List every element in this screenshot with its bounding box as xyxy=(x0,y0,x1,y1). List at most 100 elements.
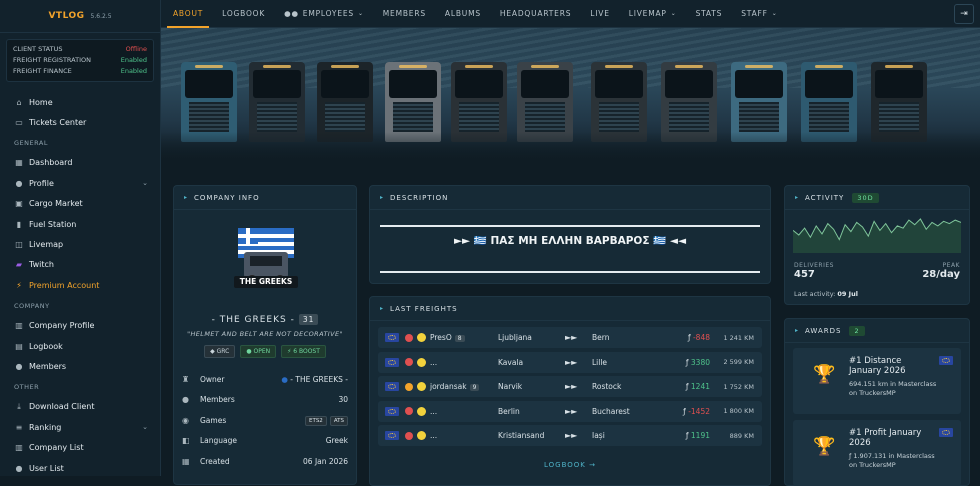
tab-about[interactable]: ABOUT xyxy=(166,0,210,28)
award-item[interactable]: 🏆 #1 Profit January 2026 ƒ 1.907.131 in … xyxy=(793,420,961,486)
user-icon: ● xyxy=(15,178,23,188)
currency-icon: ƒ xyxy=(685,357,689,367)
freight-row[interactable]: ... Kristiansand ►► Iași ƒ 1191 889 KM xyxy=(378,425,762,446)
logout-button[interactable]: ⇥ xyxy=(954,4,974,24)
origin-city: Kristiansand xyxy=(498,431,545,440)
freight-row[interactable]: ... Berlin ►► Bucharest ƒ -1452 1 800 KM xyxy=(378,400,762,422)
driver-name[interactable]: ... xyxy=(430,431,490,440)
status-value: Enabled xyxy=(120,56,147,64)
arrow-right-icon: ►► xyxy=(565,333,578,342)
truck-image xyxy=(801,62,857,142)
twitch-icon: ▰ xyxy=(15,260,23,270)
sidebar-item-company-profile[interactable]: ▥ Company Profile xyxy=(0,316,160,336)
driver-name[interactable]: ... xyxy=(430,407,490,416)
sidebar-item-home[interactable]: ⌂ Home xyxy=(0,92,160,112)
freight-row[interactable]: ... Kavala ►► Lille ƒ 3380 2 599 KM xyxy=(378,351,762,373)
deliveries-stat: DELIVERIES 457 xyxy=(794,262,834,280)
driver-name[interactable]: PresO 8 xyxy=(430,333,490,342)
tab-live[interactable]: LIVE xyxy=(590,0,609,28)
company-name: - THE GREEKS -31 xyxy=(174,314,356,325)
brand[interactable]: VTLOG 5.6.2.5 xyxy=(0,0,160,33)
sidebar-item-premium[interactable]: ⚡ Premium Account xyxy=(0,275,160,295)
detail-row-language: ◧ Language Greek xyxy=(182,431,348,452)
detail-value: Greek xyxy=(325,436,348,446)
driver-name-text: PresO xyxy=(430,333,452,342)
tab-livemap[interactable]: LIVEMAP ⌄ xyxy=(629,0,677,28)
status-row: Client Status Offline xyxy=(13,44,147,55)
tag-label: OPEN xyxy=(253,348,271,355)
card-header: ▸ ACTIVITY 30D xyxy=(785,186,969,210)
gamepad-icon: ◉ xyxy=(182,415,189,425)
tab-employees[interactable]: ●● EMPLOYEES ⌄ xyxy=(284,0,364,28)
company-logo: THE GREEKS xyxy=(232,226,300,294)
detail-value[interactable]: ● - THE GREEKS - xyxy=(281,375,348,384)
sidebar-item-company-list[interactable]: ▥ Company List xyxy=(0,437,160,457)
tab-albums[interactable]: ALBUMS xyxy=(445,0,481,28)
brand-version: 5.6.2.5 xyxy=(90,12,112,20)
sidebar-item-fuel-station[interactable]: ▮ Fuel Station xyxy=(0,214,160,234)
detail-label: Language xyxy=(200,436,238,446)
arrow-right-icon: ►► xyxy=(565,382,578,391)
language-icon: ◧ xyxy=(182,436,190,446)
chevron-down-icon: ⌄ xyxy=(357,10,364,17)
avatar xyxy=(417,357,426,367)
activity-area xyxy=(793,219,961,253)
tab-staff[interactable]: STAFF ⌄ xyxy=(741,0,777,28)
logbook-link[interactable]: LOGBOOK → xyxy=(370,461,770,469)
sidebar-item-members[interactable]: ● Members xyxy=(0,356,160,376)
driver-name-text: ... xyxy=(430,406,438,416)
driver-name[interactable]: jordansak 9 xyxy=(430,382,490,391)
sidebar-item-download-client[interactable]: ⤓ Download Client xyxy=(0,397,160,417)
freight-distance: 1 752 KM xyxy=(723,382,754,391)
origin-city: Narvik xyxy=(498,382,523,391)
tab-stats[interactable]: STATS xyxy=(696,0,723,28)
eu-flag-icon xyxy=(385,431,399,440)
award-item[interactable]: 🏆 #1 Distance January 2026 694.151 km in… xyxy=(793,348,961,414)
tag-recruitment: ● OPEN xyxy=(240,345,277,358)
tab-logbook[interactable]: LOGBOOK xyxy=(222,0,265,28)
calendar-icon: ▦ xyxy=(182,456,190,466)
sidebar-item-profile[interactable]: ● Profile ⌄ xyxy=(0,173,160,193)
sidebar-item-user-list[interactable]: ● User List xyxy=(0,458,160,478)
sidebar-item-cargo-market[interactable]: ▣ Cargo Market xyxy=(0,194,160,214)
divider xyxy=(380,271,760,273)
eu-flag-icon xyxy=(385,406,399,416)
detail-value: 06 Jan 2026 xyxy=(303,456,348,466)
sidebar-item-tickets[interactable]: ▭ Tickets Center xyxy=(0,112,160,132)
eu-flag-icon xyxy=(385,357,399,367)
sidebar-item-livemap[interactable]: ◫ Livemap xyxy=(0,234,160,254)
sidebar-item-logbook[interactable]: ▤ Logbook xyxy=(0,336,160,356)
users-icon: ● xyxy=(15,361,23,371)
destination-city: Iași xyxy=(592,431,605,440)
sidebar-item-twitch[interactable]: ▰ Twitch xyxy=(0,255,160,275)
game-badge: ETS2 xyxy=(304,415,327,426)
truck-image xyxy=(517,62,573,142)
tab-headquarters[interactable]: HEADQUARTERS xyxy=(500,0,571,28)
freight-row[interactable]: jordansak 9 Narvik ►► Rostock ƒ 1241 1 752 KM xyxy=(378,376,762,397)
card-title: ACTIVITY xyxy=(805,193,845,202)
status-row: Freight Registration Enabled xyxy=(13,55,147,66)
building-icon: ▥ xyxy=(15,443,23,453)
tab-members[interactable]: MEMBERS xyxy=(383,0,426,28)
company-tags: ◆ GRC ● OPEN ⚡ 6 BOOST xyxy=(174,345,356,358)
stat-value: 28/day xyxy=(922,269,960,280)
bolt-icon: ⚡ xyxy=(16,280,22,290)
logout-icon: ⇥ xyxy=(960,9,968,19)
currency-icon: ƒ xyxy=(685,431,689,440)
chevron-down-icon: ⌄ xyxy=(142,423,148,432)
sidebar-item-dashboard[interactable]: ▦ Dashboard xyxy=(0,153,160,173)
tag-label: GRC xyxy=(216,348,230,355)
card-header: ▸ AWARDS 2 xyxy=(785,319,969,343)
award-subtitle: 694.151 km in Masterclass on TruckersMP xyxy=(849,380,937,397)
sidebar-item-label: Dashboard xyxy=(29,158,73,168)
status-dot xyxy=(405,358,413,366)
tab-label: EMPLOYEES xyxy=(302,9,354,18)
freight-income: ƒ 1191 xyxy=(686,431,710,440)
truck-image xyxy=(385,62,441,142)
sidebar-item-ranking[interactable]: ≡ Ranking ⌄ xyxy=(0,417,160,437)
range-badge[interactable]: 30D xyxy=(852,192,879,203)
ticket-icon: ▭ xyxy=(15,118,23,128)
freight-row[interactable]: PresO 8 Ljubljana ►► Bern ƒ -848 1 241 KM xyxy=(378,327,762,348)
driver-name-text: ... xyxy=(430,431,438,440)
driver-name[interactable]: ... xyxy=(430,358,490,367)
